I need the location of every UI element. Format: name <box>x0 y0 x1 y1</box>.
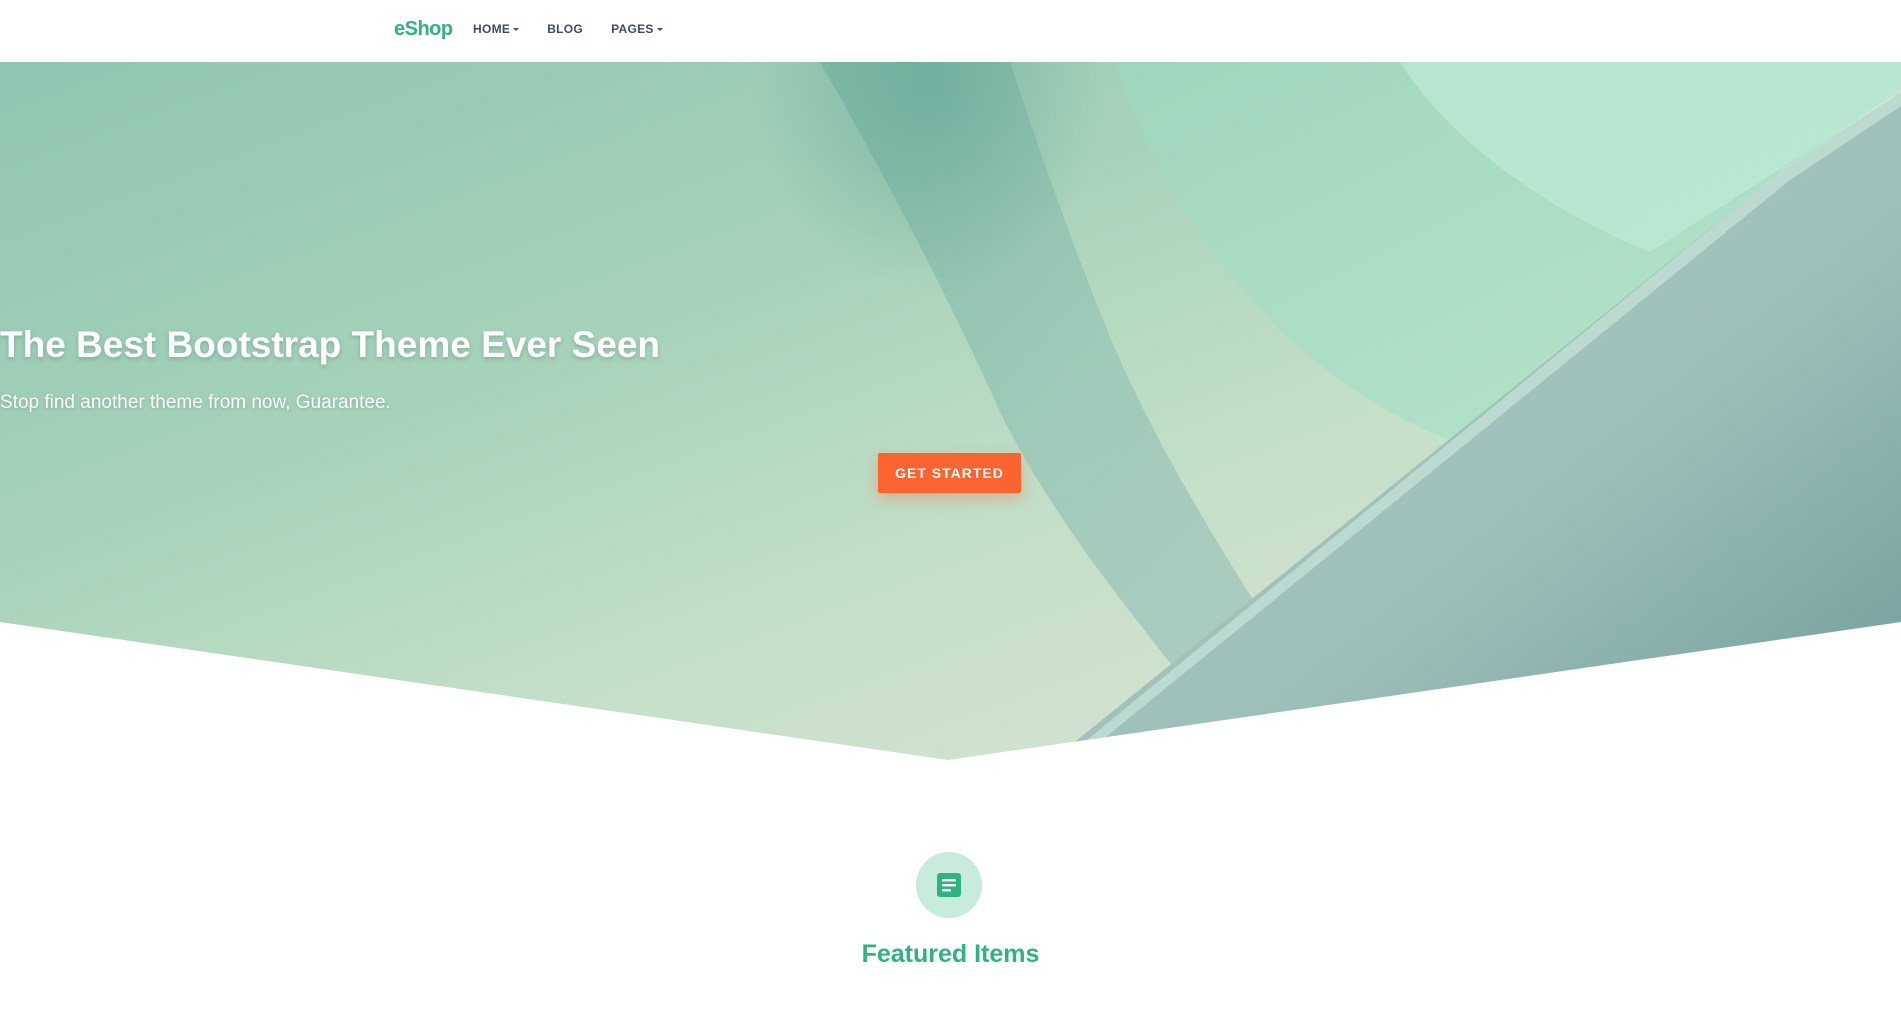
nav-item-blog[interactable]: BLOG <box>547 22 583 36</box>
hero-section: The Best Bootstrap Theme Ever Seen Stop … <box>0 62 1901 762</box>
nav-item-label: BLOG <box>547 22 584 36</box>
get-started-button[interactable]: GET STARTED <box>878 453 1021 493</box>
document-icon-glyph <box>937 873 961 897</box>
nav-item-pages[interactable]: PAGES <box>611 22 663 36</box>
nav-item-label: PAGES <box>611 22 654 36</box>
main-nav: HOME BLOG PAGES <box>473 22 691 36</box>
caret-down-icon <box>513 28 520 31</box>
nav-item-home[interactable]: HOME <box>473 22 520 36</box>
nav-item-label: HOME <box>473 22 511 36</box>
brand-logo[interactable]: eShop <box>394 18 453 41</box>
navbar: eShop HOME BLOG PAGES <box>0 0 1901 62</box>
featured-items-title: Featured Items <box>861 940 1040 968</box>
hero-title: The Best Bootstrap Theme Ever Seen <box>0 324 661 365</box>
document-icon <box>916 852 982 918</box>
caret-down-icon <box>656 28 663 31</box>
hero-subtitle: Stop find another theme from now, Guaran… <box>0 392 391 413</box>
